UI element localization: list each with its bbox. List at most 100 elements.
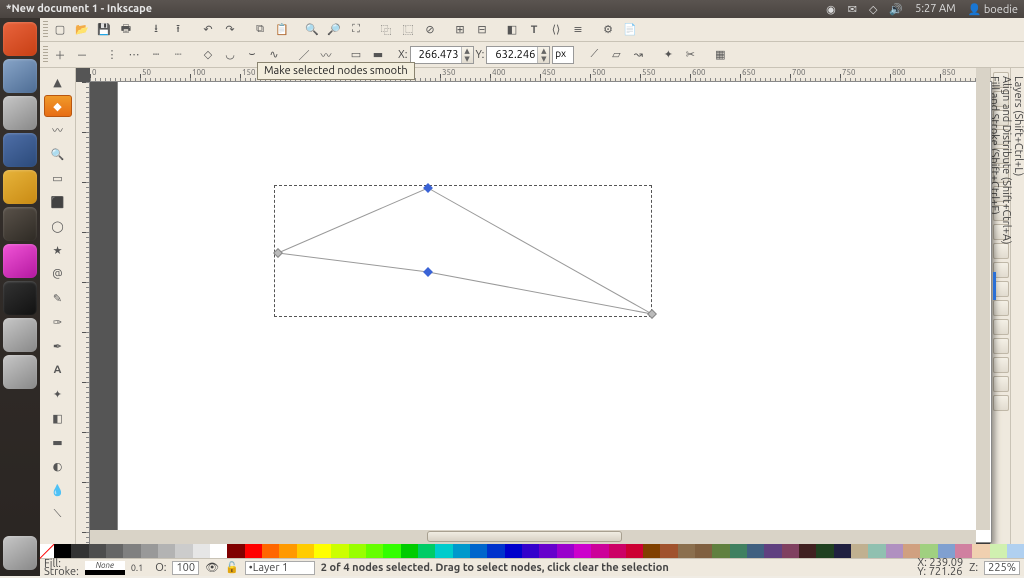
color-swatch[interactable] [678, 544, 695, 558]
user-menu[interactable]: 👤 boedie [968, 3, 1018, 16]
launcher-terminal[interactable] [3, 207, 37, 241]
color-swatch[interactable] [227, 544, 244, 558]
opacity-spin[interactable]: 100 [172, 561, 199, 575]
color-swatch[interactable] [262, 544, 279, 558]
tweak-tool[interactable]: 〰 [44, 119, 72, 141]
mail-icon[interactable]: ✉ [848, 3, 857, 16]
color-swatch[interactable] [314, 544, 331, 558]
launcher-monitor[interactable] [3, 281, 37, 315]
pencil-tool[interactable]: ✎ [44, 287, 72, 309]
color-swatch[interactable] [435, 544, 452, 558]
color-swatch[interactable] [834, 544, 851, 558]
star-tool[interactable]: ★ [44, 239, 72, 261]
fill-swatch[interactable]: None [85, 561, 125, 575]
ungroup-button[interactable]: ⊟ [472, 20, 492, 40]
import-button[interactable]: ⭳ [146, 20, 166, 40]
launcher-home[interactable] [3, 96, 37, 130]
page[interactable] [118, 82, 991, 542]
text-toolbox[interactable]: A [44, 359, 72, 381]
remove-node-button[interactable]: － [72, 45, 92, 65]
print-button[interactable]: 🖶 [116, 20, 136, 40]
smooth-node-button[interactable]: ◡ [220, 45, 240, 65]
color-swatch[interactable] [730, 544, 747, 558]
layer-select[interactable]: •Layer 1 [245, 561, 315, 575]
color-swatch[interactable] [712, 544, 729, 558]
edit-mask-button[interactable]: ▦ [710, 45, 730, 65]
color-swatch[interactable] [591, 544, 608, 558]
rect-tool[interactable]: ▭ [44, 167, 72, 189]
prefs-button[interactable]: ⚙ [598, 20, 618, 40]
color-swatch[interactable] [609, 544, 626, 558]
volume-icon[interactable]: 🔊 [889, 3, 903, 16]
3dbox-tool[interactable]: ⬛ [44, 191, 72, 213]
layer-lock-icon[interactable]: 🔓 [225, 561, 239, 574]
gradient-tool[interactable]: ◐ [44, 455, 72, 477]
fill-stroke-button[interactable]: ◧ [502, 20, 522, 40]
add-node-button[interactable]: ＋ [50, 45, 70, 65]
spray-tool[interactable]: ✦ [44, 383, 72, 405]
color-swatch[interactable] [349, 544, 366, 558]
export-button[interactable]: ⭱ [168, 20, 188, 40]
x-spinner[interactable]: ▲▼ [461, 47, 473, 63]
ruler-horizontal[interactable]: 0501001502002503003504004505005506006507… [90, 68, 990, 82]
delete-segment-button[interactable]: ┈ [168, 45, 188, 65]
color-swatch[interactable] [747, 544, 764, 558]
redo-button[interactable]: ↷ [220, 20, 240, 40]
color-swatch[interactable] [331, 544, 348, 558]
color-swatch[interactable] [539, 544, 556, 558]
connector-tool[interactable]: ⟍ [44, 503, 72, 525]
clone-button[interactable]: ⿺ [398, 20, 418, 40]
color-swatch[interactable] [175, 544, 192, 558]
ruler-vertical[interactable] [76, 82, 90, 544]
zoom-fit-button[interactable]: ⛶ [346, 20, 366, 40]
color-swatch[interactable] [868, 544, 885, 558]
copy-button[interactable]: ⧉ [250, 20, 270, 40]
color-swatch[interactable] [383, 544, 400, 558]
next-path-button[interactable]: ↝ [628, 45, 648, 65]
dropper-tool[interactable]: 💧 [44, 479, 72, 501]
wifi-icon[interactable]: ◇ [869, 3, 877, 16]
swatch-none[interactable] [40, 544, 54, 558]
node-tool[interactable]: ◆ [44, 95, 72, 117]
launcher-gimp[interactable] [3, 244, 37, 278]
launcher-settings[interactable] [3, 318, 37, 352]
clock[interactable]: 5:27 AM [915, 3, 956, 15]
color-swatch[interactable] [557, 544, 574, 558]
layer-vis-icon[interactable]: 👁 [205, 561, 219, 574]
align-button[interactable]: ≡ [568, 20, 588, 40]
scrollbar-horizontal[interactable] [90, 530, 976, 544]
color-swatch[interactable] [626, 544, 643, 558]
zoom-tool[interactable]: 🔍 [44, 143, 72, 165]
color-swatch[interactable] [660, 544, 677, 558]
xml-button[interactable]: ⟨⟩ [546, 20, 566, 40]
color-swatch[interactable] [210, 544, 227, 558]
ellipse-tool[interactable]: ◯ [44, 215, 72, 237]
color-swatch[interactable] [123, 544, 140, 558]
unlink-button[interactable]: ⊘ [420, 20, 440, 40]
color-swatch[interactable] [782, 544, 799, 558]
zoom-in-button[interactable]: 🔍 [302, 20, 322, 40]
color-swatch[interactable] [764, 544, 781, 558]
color-swatch[interactable] [695, 544, 712, 558]
launcher-dash[interactable] [3, 22, 37, 56]
save-button[interactable]: 💾 [94, 20, 114, 40]
color-swatch[interactable] [141, 544, 158, 558]
bucket-tool[interactable]: ▬ [44, 431, 72, 453]
color-swatch[interactable] [851, 544, 868, 558]
unit-select[interactable]: px [552, 46, 574, 64]
color-swatch[interactable] [643, 544, 660, 558]
color-swatch[interactable] [193, 544, 210, 558]
eraser-tool[interactable]: ◧ [44, 407, 72, 429]
color-swatch[interactable] [366, 544, 383, 558]
color-swatch[interactable] [158, 544, 175, 558]
doc-prefs-button[interactable]: 📄 [620, 20, 640, 40]
group-button[interactable]: ⊞ [450, 20, 470, 40]
color-swatch[interactable] [106, 544, 123, 558]
show-outline-button[interactable]: ▱ [606, 45, 626, 65]
canvas[interactable] [90, 82, 990, 530]
show-handles-button[interactable]: ⟋ [584, 45, 604, 65]
color-swatch[interactable] [71, 544, 88, 558]
dock-layers[interactable]: Layers (Shift+Ctrl+L) [1012, 72, 1024, 540]
launcher-files[interactable] [3, 59, 37, 93]
color-swatch[interactable] [401, 544, 418, 558]
